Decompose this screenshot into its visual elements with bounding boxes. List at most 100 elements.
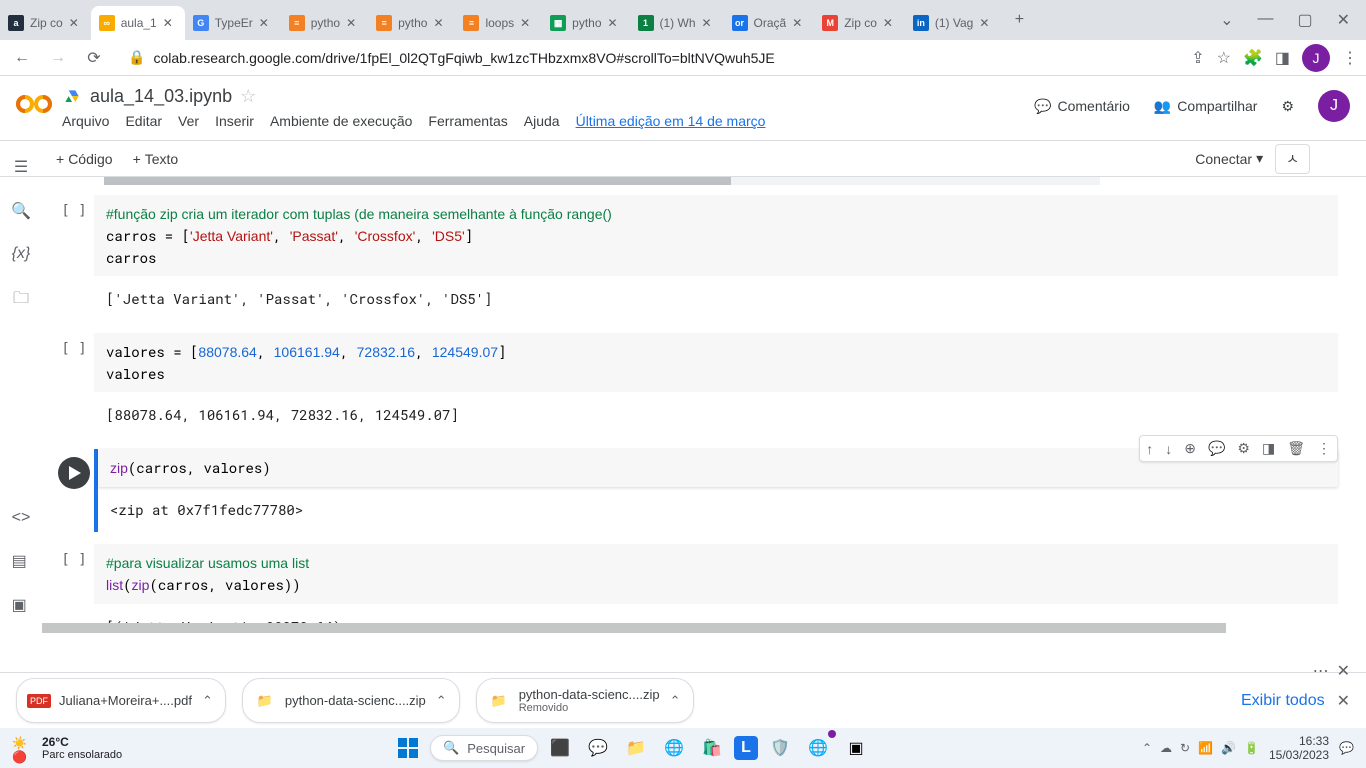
forward-button[interactable]: → bbox=[44, 44, 72, 72]
link-icon[interactable]: ⊕ bbox=[1184, 440, 1196, 457]
more-cell-icon[interactable]: ⋮ bbox=[1317, 440, 1331, 457]
browser-tab[interactable]: ≡pytho✕ bbox=[281, 6, 368, 40]
collapse-icon[interactable]: ㅅ bbox=[1275, 144, 1310, 174]
toc-icon[interactable]: ☰ bbox=[14, 157, 28, 177]
add-text-button[interactable]: + Texto bbox=[133, 151, 179, 167]
reload-button[interactable]: ⟳ bbox=[80, 44, 108, 72]
browser-tab[interactable]: GTypeEr✕ bbox=[185, 6, 281, 40]
downloads-menu-icon[interactable]: ⋯ bbox=[1313, 661, 1329, 681]
star-icon[interactable]: ☆ bbox=[240, 86, 256, 107]
task-view-icon[interactable]: ⬛ bbox=[544, 732, 576, 764]
tab-close-icon[interactable]: ✕ bbox=[433, 16, 447, 30]
download-chevron-icon[interactable]: ⌃ bbox=[436, 693, 447, 709]
weather-widget[interactable]: ☀️🔴 26°C Parc ensolarado bbox=[12, 735, 122, 761]
last-edit-link[interactable]: Última edição em 14 de março bbox=[576, 113, 766, 129]
code-editor[interactable]: #função zip cria um iterador com tuplas … bbox=[94, 195, 1338, 276]
browser-tab[interactable]: MZip co✕ bbox=[814, 6, 905, 40]
notifications-icon[interactable]: 💬 bbox=[1339, 741, 1354, 755]
extensions-icon[interactable]: 🧩 bbox=[1243, 48, 1263, 68]
notebook-cell[interactable]: [ ]valores = [88078.64, 106161.94, 72832… bbox=[54, 333, 1338, 437]
menu-arquivo[interactable]: Arquivo bbox=[62, 113, 109, 129]
files-icon[interactable]: 🗀 bbox=[13, 287, 29, 314]
app-l-icon[interactable]: L bbox=[734, 736, 758, 760]
browser-tab[interactable]: aZip co✕ bbox=[0, 6, 91, 40]
terminal-app-icon[interactable]: ▣ bbox=[840, 732, 872, 764]
browser-tab[interactable]: 1(1) Wh✕ bbox=[630, 6, 724, 40]
tab-close-icon[interactable]: ✕ bbox=[163, 16, 177, 30]
code-editor[interactable]: #para visualizar usamos uma list list(zi… bbox=[94, 544, 1338, 604]
move-down-icon[interactable]: ↓ bbox=[1165, 441, 1172, 457]
tab-close-icon[interactable]: ✕ bbox=[520, 16, 534, 30]
browser-tab[interactable]: ≡loops✕ bbox=[455, 6, 542, 40]
variables-icon[interactable]: {x} bbox=[12, 245, 31, 263]
close-downloads-icon[interactable]: ✕ bbox=[1337, 691, 1350, 711]
notebook-cell[interactable]: [ ]#função zip cria um iterador com tupl… bbox=[54, 195, 1338, 321]
comment-button[interactable]: 💬Comentário bbox=[1034, 98, 1130, 115]
bottom-scrollbar[interactable] bbox=[42, 623, 1226, 633]
share-icon[interactable]: ⇪ bbox=[1191, 48, 1204, 68]
colab-logo-icon[interactable] bbox=[16, 86, 52, 122]
tray-battery-icon[interactable]: 🔋 bbox=[1244, 741, 1259, 755]
menu-ver[interactable]: Ver bbox=[178, 113, 199, 129]
clock[interactable]: 16:33 15/03/2023 bbox=[1269, 734, 1329, 763]
download-chevron-icon[interactable]: ⌃ bbox=[670, 693, 681, 709]
browser-tab[interactable]: in(1) Vag✕ bbox=[905, 6, 1001, 40]
browser-tab[interactable]: ∞aula_1✕ bbox=[91, 6, 185, 40]
download-item[interactable]: PDFJuliana+Moreira+....pdf⌃ bbox=[16, 678, 226, 723]
edge-icon[interactable]: 🌐 bbox=[658, 732, 690, 764]
show-all-downloads[interactable]: Exibir todos bbox=[1241, 692, 1325, 710]
search-icon[interactable]: 🔍 bbox=[11, 201, 31, 221]
maximize-icon[interactable]: ▢ bbox=[1297, 10, 1312, 30]
tray-wifi-icon[interactable]: 📶 bbox=[1198, 741, 1213, 755]
minimize-icon[interactable]: — bbox=[1257, 10, 1273, 30]
mcafee-icon[interactable]: 🛡️ bbox=[764, 732, 796, 764]
filename[interactable]: aula_14_03.ipynb bbox=[90, 86, 232, 107]
menu-icon[interactable]: ⋮ bbox=[1342, 48, 1358, 68]
download-chevron-icon[interactable]: ⌃ bbox=[202, 693, 213, 709]
connect-button[interactable]: Conectar ▾ bbox=[1195, 150, 1263, 167]
browser-tab[interactable]: ▦pytho✕ bbox=[542, 6, 629, 40]
menu-ferramentas[interactable]: Ferramentas bbox=[428, 113, 507, 129]
tray-chevron-icon[interactable]: ⌃ bbox=[1142, 741, 1152, 755]
tab-close-icon[interactable]: ✕ bbox=[792, 16, 806, 30]
browser-tab[interactable]: ≡pytho✕ bbox=[368, 6, 455, 40]
menu-inserir[interactable]: Inserir bbox=[215, 113, 254, 129]
move-up-icon[interactable]: ↑ bbox=[1146, 441, 1153, 457]
add-code-button[interactable]: + Código bbox=[56, 151, 113, 167]
explorer-icon[interactable]: 📁 bbox=[620, 732, 652, 764]
notebook-cell[interactable]: [ ]#para visualizar usamos uma list list… bbox=[54, 544, 1338, 632]
code-editor[interactable]: valores = [88078.64, 106161.94, 72832.16… bbox=[94, 333, 1338, 392]
tab-close-icon[interactable]: ✕ bbox=[608, 16, 622, 30]
start-button[interactable] bbox=[392, 732, 424, 764]
menu-ajuda[interactable]: Ajuda bbox=[524, 113, 560, 129]
tab-close-icon[interactable]: ✕ bbox=[702, 16, 716, 30]
code-snippets-icon[interactable]: <> bbox=[12, 509, 31, 527]
new-tab-button[interactable]: + bbox=[1005, 6, 1033, 34]
tray-onedrive-icon[interactable]: ☁ bbox=[1160, 741, 1172, 755]
bookmark-icon[interactable]: ☆ bbox=[1217, 48, 1231, 68]
run-cell-button[interactable] bbox=[58, 457, 90, 489]
back-button[interactable]: ← bbox=[8, 44, 36, 72]
tab-close-icon[interactable]: ✕ bbox=[979, 16, 993, 30]
share-button[interactable]: 👥Compartilhar bbox=[1154, 98, 1258, 115]
delete-cell-icon[interactable]: 🗑 bbox=[1287, 440, 1305, 457]
browser-tab[interactable]: orOraçã✕ bbox=[724, 6, 815, 40]
chrome-icon[interactable]: 🌐 bbox=[802, 732, 834, 764]
tray-sync-icon[interactable]: ↻ bbox=[1180, 741, 1190, 755]
tab-close-icon[interactable]: ✕ bbox=[883, 16, 897, 30]
downloads-close-icon[interactable]: ✕ bbox=[1337, 661, 1350, 681]
download-item[interactable]: 📁python-data-scienc....zip⌃ bbox=[242, 678, 460, 723]
taskbar-search[interactable]: 🔍 Pesquisar bbox=[430, 735, 538, 761]
tab-close-icon[interactable]: ✕ bbox=[346, 16, 360, 30]
command-palette-icon[interactable]: ▤ bbox=[12, 551, 31, 571]
download-item[interactable]: 📁python-data-scienc....zipRemovido⌃ bbox=[476, 678, 694, 723]
tab-close-icon[interactable]: ✕ bbox=[259, 16, 273, 30]
notebook-cell[interactable]: ↑↓⊕💬⚙◨🗑⋮zip(carros, valores)<zip at 0x7f… bbox=[54, 449, 1338, 532]
menu-ambiente[interactable]: Ambiente de execução bbox=[270, 113, 412, 129]
comment-cell-icon[interactable]: 💬 bbox=[1208, 440, 1225, 457]
chat-icon[interactable]: 💬 bbox=[582, 732, 614, 764]
chevron-down-icon[interactable]: ⌄ bbox=[1220, 10, 1233, 30]
settings-icon[interactable]: ⚙ bbox=[1281, 98, 1294, 115]
tab-close-icon[interactable]: ✕ bbox=[69, 16, 83, 30]
url-input[interactable]: 🔒 colab.research.google.com/drive/1fpEl_… bbox=[116, 44, 1183, 72]
